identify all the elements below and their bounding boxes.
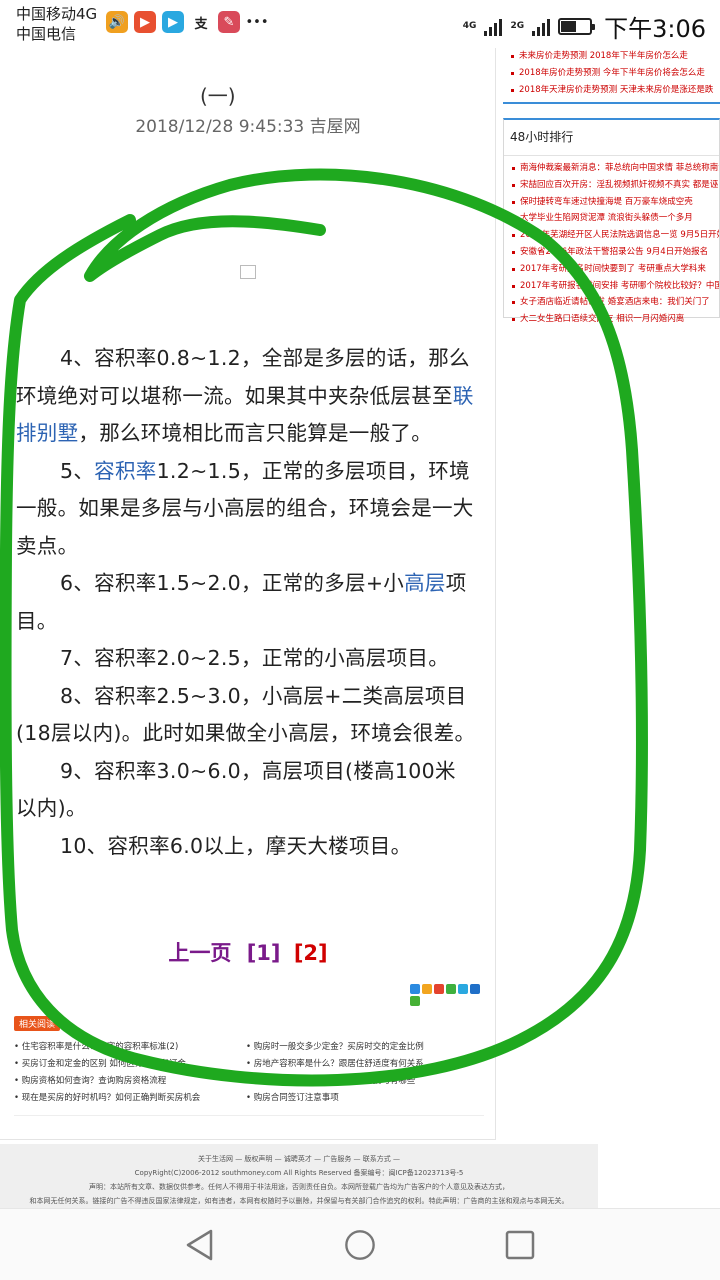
related-list: • 住宅容积率是什么？住宅的容积率标准(2) • 购房时一般交多少定金？买房时交… xyxy=(14,1039,484,1107)
signal-icon-2 xyxy=(532,18,551,36)
keyword-link-highrise[interactable]: 高层 xyxy=(404,571,446,595)
share-tqq-icon[interactable] xyxy=(458,984,468,994)
related-item[interactable]: • 买房订金和定金的区别 如何区分定金和订金 xyxy=(14,1056,242,1073)
rank-title: 48小时排行 xyxy=(504,120,719,156)
rank-item[interactable]: 2016年芜湖经开区人民法院选调信息一览 9月5日开始 xyxy=(504,227,719,244)
more-notifications-icon: ••• xyxy=(246,11,269,33)
sidebar-top-list: 未来房价走势预测 2018年下半年房价怎么走 2018年房价走势预测 今年下半年… xyxy=(503,48,720,98)
related-reading: 相关阅读 • 住宅容积率是什么？住宅的容积率标准(2) • 购房时一般交多少定金… xyxy=(14,1012,484,1107)
carrier-primary: 中国移动4G xyxy=(16,5,98,23)
footer-copyright: CopyRight(C)2006-2012 southmoney.com All… xyxy=(134,1169,464,1177)
rank-list: 南海仲裁案最新消息：菲总统向中国求情 菲总统称南海 宋喆回应百次开房：淫乱视频抓… xyxy=(504,156,719,328)
rank-item[interactable]: 宋喆回应百次开房：淫乱视频抓奸视频不真实 都是诬 xyxy=(504,177,719,194)
recents-square-icon xyxy=(505,1230,535,1260)
page-2-current: [2] xyxy=(293,941,328,965)
related-item[interactable]: • 现在是买房的好时机吗？如何正确判断买房机会 xyxy=(14,1090,242,1107)
article-meta: 2018/12/28 9:45:33 吉屋网 xyxy=(135,117,361,137)
rank-item[interactable]: 大二女生路口语续交网友 相识一月闪婚闪离 xyxy=(504,311,719,328)
paragraph-1: 4、容积率0.8~1.2，全部是多层的话，那么环境绝对可以堪称一流。如果其中夹杂… xyxy=(16,346,474,445)
play-app-icon: ▶ xyxy=(162,11,184,33)
related-item[interactable]: • 买房忌讳哪些楼层？选择楼层的技巧有哪些 xyxy=(246,1073,474,1090)
divider xyxy=(14,1115,484,1116)
carrier-secondary: 中国电信 xyxy=(16,25,77,43)
share-plus-icon[interactable] xyxy=(410,984,420,994)
article-body: 4、容积率0.8~1.2，全部是多层的话，那么环境绝对可以堪称一流。如果其中夹杂… xyxy=(16,340,476,865)
sidebar-link[interactable]: 2018年天津房价走势预测 天津未来房价是涨还是跌 xyxy=(503,82,720,99)
net-type-2: 2G xyxy=(510,21,525,31)
status-time: 下午3:06 xyxy=(604,15,706,43)
alipay-app-icon: 支 xyxy=(190,11,212,33)
share-people-icon[interactable] xyxy=(470,984,480,994)
rank-item[interactable]: 2017年考研报名时间快要到了 考研重点大学科来 xyxy=(504,261,719,278)
share-qzone-icon[interactable] xyxy=(422,984,432,994)
paragraph-2: 5、容积率1.2~1.5，正常的多层项目，环境一般。如果是多层与小高层的组合，环… xyxy=(16,458,474,558)
rank-item[interactable]: 南海仲裁案最新消息：菲总统向中国求情 菲总统称南海 xyxy=(504,160,719,177)
share-weibo-icon[interactable] xyxy=(434,984,444,994)
notification-icons: 🔊 ▶ ▶ 支 ✎ ••• xyxy=(106,11,269,33)
back-button[interactable] xyxy=(184,1229,216,1261)
battery-icon xyxy=(558,18,596,35)
related-item[interactable]: • 购房时一般交多少定金？买房时交的定金比例 xyxy=(246,1039,474,1056)
footer-links[interactable]: 关于生活网 — 版权声明 — 诚聘英才 — 广告服务 — 联系方式 — xyxy=(0,1144,598,1166)
sidebar-link[interactable]: 未来房价走势预测 2018年下半年房价怎么走 xyxy=(503,48,720,65)
prev-page-link[interactable]: 上一页 xyxy=(168,941,231,965)
related-item[interactable]: • 房地产容积率是什么？跟居住舒适度有何关系 xyxy=(246,1056,474,1073)
related-item[interactable]: • 购房资格如何查询？查询购房资格流程 xyxy=(14,1073,242,1090)
recents-button[interactable] xyxy=(504,1229,536,1261)
home-button[interactable] xyxy=(344,1229,376,1261)
rank-box: 48小时排行 南海仲裁案最新消息：菲总统向中国求情 菲总统称南海 宋喆回应百次开… xyxy=(503,118,720,324)
related-tag: 相关阅读 xyxy=(14,1016,61,1031)
back-triangle-icon xyxy=(186,1229,213,1261)
status-indicators: 4G 2G 下午3:06 xyxy=(463,9,706,44)
rank-item[interactable]: 大学毕业生陷网贷泥潭 流浪街头躲债一个多月 xyxy=(504,210,719,227)
signal-icon-1 xyxy=(484,18,503,36)
rank-item[interactable]: 安徽省2016年政法干警招录公告 9月4日开始报名 xyxy=(504,244,719,261)
sidebar-link[interactable]: 2018年房价走势预测 今年下半年房价将会怎么走 xyxy=(503,65,720,82)
related-item[interactable]: • 购房合同签订注意事项 xyxy=(246,1090,474,1107)
article-image-placeholder-icon xyxy=(240,265,256,279)
status-bar: 中国移动4G 中国电信 🔊 ▶ ▶ 支 ✎ ••• 4G 2G 下午3:06 xyxy=(0,0,720,48)
notes-app-icon: ✎ xyxy=(218,11,240,33)
rank-item[interactable]: 保时捷转弯车速过快撞海堤 百万豪车烧成空壳 xyxy=(504,194,719,211)
page-1-link[interactable]: [1] xyxy=(247,941,281,965)
share-renren-icon[interactable] xyxy=(446,984,456,994)
keyword-link-far[interactable]: 容积率 xyxy=(94,459,156,483)
article-title: (一) xyxy=(200,84,236,108)
paragraph-5: 8、容积率2.5~3.0，小高层+二类高层项目(18层以内)。此时如果做全小高层… xyxy=(16,683,476,746)
navigation-bar xyxy=(0,1208,720,1280)
pagination: 上一页 [1] [2] xyxy=(0,937,496,967)
rank-item[interactable]: 2017年考研报名时间安排 考研哪个院校比较好？中国 xyxy=(504,278,719,295)
rank-item[interactable]: 女子酒店临近请帖已发 婚宴酒店来电：我们关门了 xyxy=(504,294,719,311)
video-app-icon: ▶ xyxy=(134,11,156,33)
paragraph-7: 10、容积率6.0以上，摩天大楼项目。 xyxy=(60,833,412,858)
paragraph-3: 6、容积率1.5~2.0，正常的多层+小高层项目。 xyxy=(16,571,467,633)
sidebar-top-box: 未来房价走势预测 2018年下半年房价怎么走 2018年房价走势预测 今年下半年… xyxy=(503,48,720,104)
net-type-1: 4G xyxy=(462,21,477,31)
home-circle-icon xyxy=(345,1230,375,1260)
share-wechat-icon[interactable] xyxy=(410,996,420,1006)
site-footer: 关于生活网 — 版权声明 — 诚聘英才 — 广告服务 — 联系方式 — Copy… xyxy=(0,1144,598,1208)
related-item[interactable]: • 住宅容积率是什么？住宅的容积率标准(2) xyxy=(14,1039,242,1056)
paragraph-6: 9、容积率3.0~6.0，高层项目(楼高100米以内)。 xyxy=(16,758,456,821)
paragraph-4: 7、容积率2.0~2.5，正常的小高层项目。 xyxy=(60,646,450,670)
volume-app-icon: 🔊 xyxy=(106,11,128,33)
share-icons xyxy=(410,984,482,1006)
footer-disclaimer-2: 和本网无任何关系。链接的广告不得违反国家法律规定，如有违者，本网有权随时予以删除… xyxy=(29,1197,569,1205)
footer-disclaimer: 声明：本站所有文章、数据仅供参考。任何人不得用于非法用途，否则责任自负。本网所登… xyxy=(89,1183,509,1191)
